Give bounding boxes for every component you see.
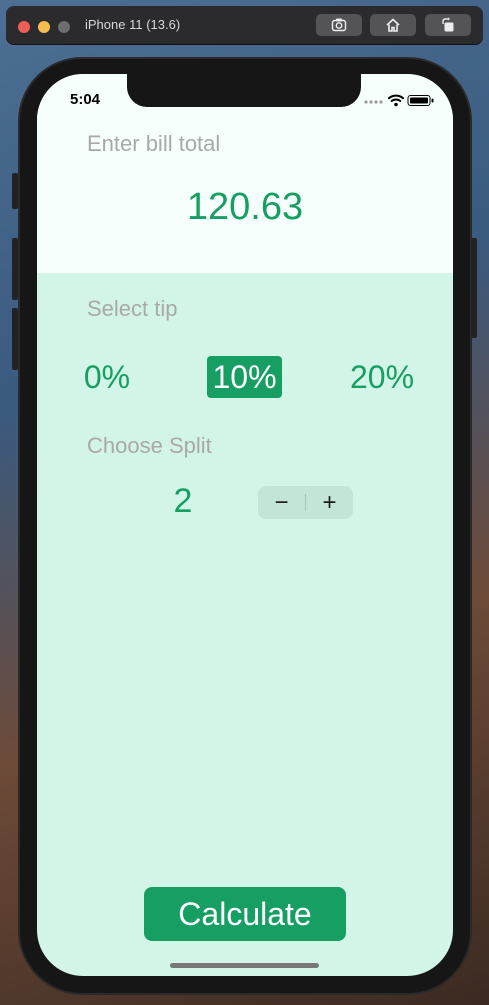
choose-split-label: Choose Split (87, 433, 212, 458)
home-button[interactable] (370, 14, 416, 36)
status-time: 5:04 (70, 91, 101, 108)
app-screen: 5:04 Enter bill total 120.63 Select tip … (37, 74, 453, 976)
bill-total-label: Enter bill total (87, 131, 221, 156)
zoom-window-button[interactable] (58, 21, 70, 33)
rotate-icon (442, 17, 454, 32)
screenshot-icon (331, 18, 347, 32)
tip-option-0[interactable]: 0% (77, 356, 137, 398)
select-tip-label: Select tip (87, 296, 178, 321)
calculate-button[interactable]: Calculate (144, 887, 346, 941)
tip-option-20[interactable]: 20% (343, 356, 421, 398)
home-indicator (170, 963, 319, 968)
wifi-icon (388, 94, 404, 102)
volume-down-button (12, 308, 18, 370)
bill-total-input[interactable]: 120.63 (37, 186, 453, 229)
screenshot-button[interactable] (316, 14, 362, 36)
notch (127, 74, 361, 107)
battery-icon (407, 95, 434, 106)
decrement-button[interactable]: − (258, 486, 305, 519)
minimize-window-button[interactable] (38, 21, 50, 33)
close-window-button[interactable] (18, 21, 30, 33)
simulator-title-bar: iPhone 11 (13.6) (6, 6, 483, 44)
status-icons (364, 94, 434, 107)
home-icon (386, 18, 400, 32)
rotate-button[interactable] (425, 14, 471, 36)
split-stepper: − + (258, 486, 353, 519)
simulator-title: iPhone 11 (13.6) (85, 17, 181, 32)
bill-section: 5:04 Enter bill total 120.63 (37, 74, 453, 273)
volume-up-button (12, 238, 18, 300)
cellular-signal-icon (364, 100, 383, 104)
increment-button[interactable]: + (306, 486, 353, 519)
split-count: 2 (173, 482, 193, 520)
ring-switch (12, 173, 18, 209)
power-button (471, 238, 477, 338)
tip-option-10-selected[interactable]: 10% (207, 356, 282, 398)
